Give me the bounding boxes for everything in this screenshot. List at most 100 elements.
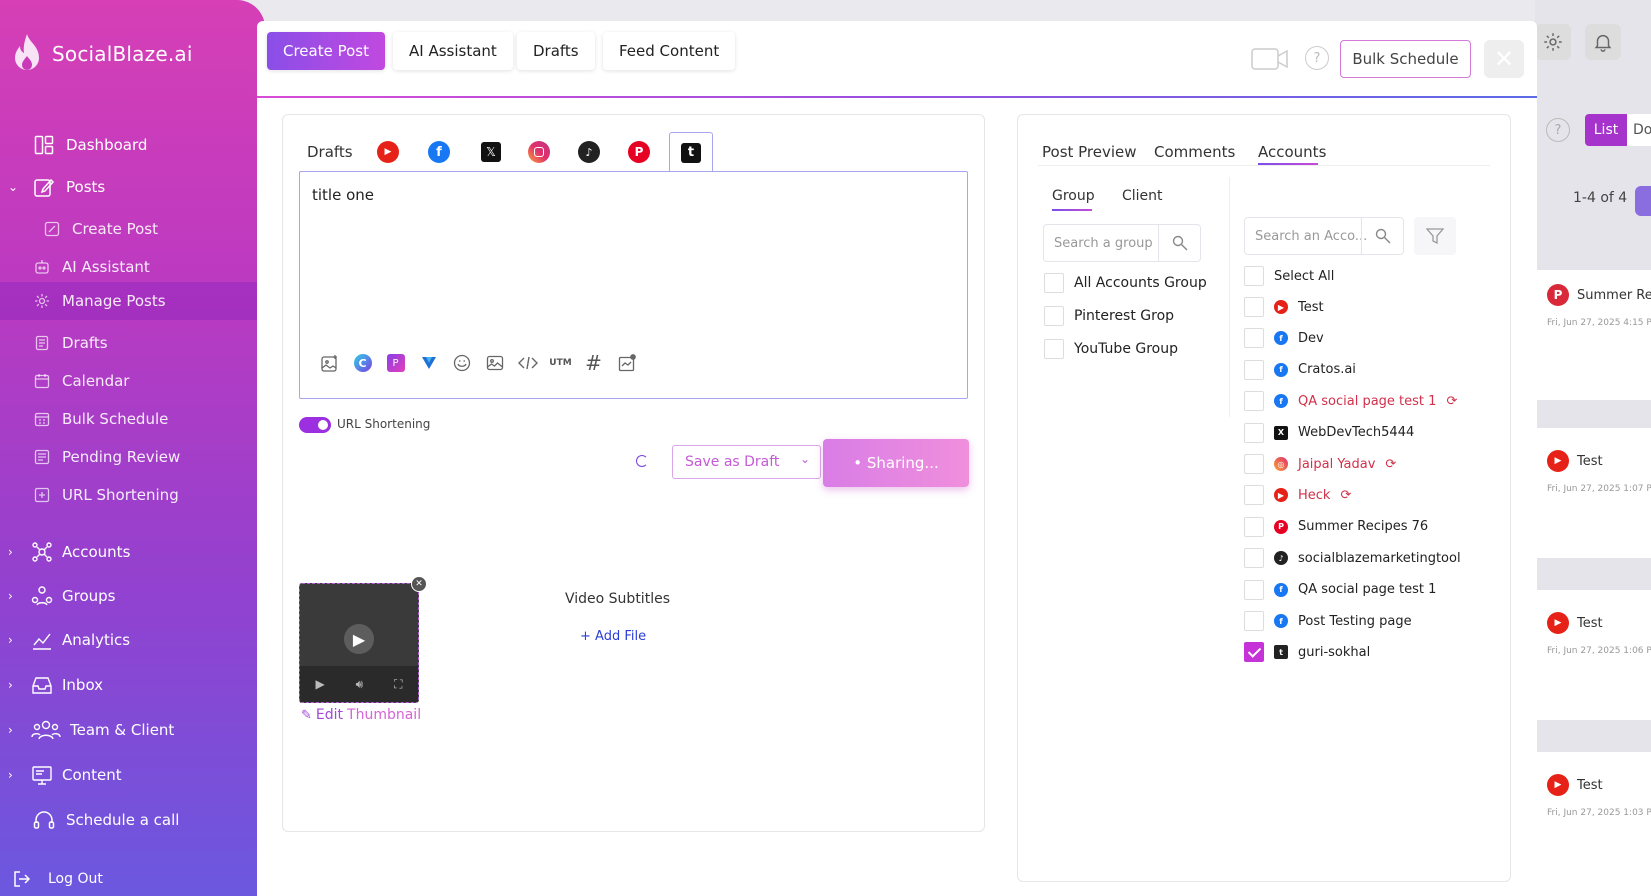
account-checkbox[interactable] xyxy=(1244,642,1264,663)
group-row[interactable]: YouTube Group xyxy=(1044,339,1178,359)
reconnect-icon[interactable]: ⟳ xyxy=(1385,457,1396,472)
account-checkbox[interactable] xyxy=(1244,422,1264,443)
account-checkbox[interactable] xyxy=(1244,328,1264,349)
tab-create-post[interactable]: Create Post xyxy=(267,32,385,70)
post-card[interactable]: ▶ Test Fri, Jun 27, 2025 1:07 PM xyxy=(1535,428,1651,558)
group-checkbox[interactable] xyxy=(1044,306,1064,326)
sidebar-item-ai-assistant[interactable]: AI Assistant xyxy=(0,250,265,284)
close-button[interactable]: ✕ xyxy=(1484,40,1524,78)
post-card[interactable]: ▶ Test Fri, Jun 27, 2025 1:03 PM xyxy=(1535,752,1651,896)
image-icon[interactable] xyxy=(478,348,511,378)
account-checkbox[interactable] xyxy=(1244,454,1264,474)
sidebar-item-accounts[interactable]: › Accounts xyxy=(0,534,265,570)
account-search-input[interactable]: Search an Acco... xyxy=(1244,217,1404,255)
tab-x[interactable]: 𝕏 xyxy=(479,133,503,171)
filter-button[interactable] xyxy=(1635,186,1651,216)
account-checkbox[interactable] xyxy=(1244,611,1264,631)
sidebar-item-bulk-schedule[interactable]: Bulk Schedule xyxy=(0,402,265,436)
post-card[interactable]: ▶ Test Fri, Jun 27, 2025 1:06 PM xyxy=(1535,590,1651,720)
video-thumbnail[interactable]: ✕ ▶ ▶ 🔊︎ ⛶ xyxy=(299,576,427,703)
account-row[interactable]: f Cratos.ai xyxy=(1244,359,1356,380)
tab-facebook[interactable]: f xyxy=(427,133,451,171)
account-row[interactable]: ♪ socialblazemarketingtool xyxy=(1244,548,1461,569)
tab-drafts[interactable]: Drafts xyxy=(517,32,595,70)
bulk-schedule-button[interactable]: Bulk Schedule xyxy=(1340,40,1471,78)
account-row[interactable]: ▶ Test xyxy=(1244,297,1324,317)
edit-thumbnail-link[interactable]: ✎ Edit Thumbnail xyxy=(301,707,421,723)
account-row[interactable]: f QA social page test 1 ⟳ xyxy=(1244,391,1457,412)
account-row[interactable]: t guri-sokhal xyxy=(1244,642,1370,663)
gallery-icon[interactable] xyxy=(610,348,643,378)
video-camera-icon[interactable] xyxy=(1251,46,1289,76)
tab-feed-content[interactable]: Feed Content xyxy=(603,32,736,70)
sidebar-item-analytics[interactable]: › Analytics xyxy=(0,622,265,658)
account-row[interactable]: P Summer Recipes 76 xyxy=(1244,516,1428,537)
sidebar-item-posts[interactable]: ⌄ Posts xyxy=(0,170,265,204)
sidebar-item-dashboard[interactable]: Dashboard xyxy=(0,128,265,162)
post-text-editor[interactable]: title one C P UTM # xyxy=(299,171,968,399)
sidebar-item-schedule-call[interactable]: Schedule a call xyxy=(0,802,265,838)
group-checkbox[interactable] xyxy=(1044,339,1064,359)
tab-pinterest[interactable]: P xyxy=(627,133,651,171)
account-row[interactable]: f Dev xyxy=(1244,328,1324,349)
select-all-row[interactable]: Select All xyxy=(1244,266,1334,286)
sidebar-item-drafts[interactable]: Drafts xyxy=(0,326,265,360)
fullscreen-icon[interactable]: ⛶ xyxy=(394,677,402,692)
sidebar-item-content[interactable]: › Content xyxy=(0,757,265,793)
sidebar-item-groups[interactable]: › Groups xyxy=(0,578,265,614)
tab-drafts-preview[interactable]: Drafts xyxy=(307,133,353,171)
account-checkbox[interactable] xyxy=(1244,391,1264,412)
account-checkbox[interactable] xyxy=(1244,359,1264,380)
logo[interactable]: SocialBlaze.ai xyxy=(10,32,193,76)
filter-icon[interactable] xyxy=(1414,217,1456,255)
account-row[interactable]: X WebDevTech5444 xyxy=(1244,422,1414,443)
tab-client[interactable]: Client xyxy=(1122,177,1163,215)
help-icon[interactable]: ? xyxy=(1305,46,1329,70)
sidebar-item-manage-posts[interactable]: Manage Posts xyxy=(0,282,265,320)
account-checkbox[interactable] xyxy=(1244,579,1264,600)
sidebar-item-url-shortening[interactable]: URL Shortening xyxy=(0,478,265,512)
account-checkbox[interactable] xyxy=(1244,485,1264,506)
volume-icon[interactable]: 🔊︎ xyxy=(356,677,364,692)
designer-icon[interactable]: P xyxy=(379,348,412,378)
utm-icon[interactable]: UTM xyxy=(544,348,577,378)
group-row[interactable]: All Accounts Group xyxy=(1044,273,1207,293)
help-icon[interactable]: ? xyxy=(1546,118,1570,142)
search-icon[interactable] xyxy=(1158,225,1200,261)
hashtag-icon[interactable]: # xyxy=(577,348,610,378)
tab-tumblr[interactable]: t xyxy=(669,132,713,172)
code-icon[interactable] xyxy=(511,348,544,378)
group-search-input[interactable]: Search a group xyxy=(1043,224,1201,262)
play-icon[interactable]: ▶ xyxy=(344,624,374,654)
play-control-icon[interactable]: ▶ xyxy=(315,677,324,691)
logout-button[interactable]: Log Out xyxy=(0,864,265,894)
account-row[interactable]: f QA social page test 1 xyxy=(1244,579,1436,600)
reconnect-icon[interactable]: ⟳ xyxy=(1446,394,1457,409)
account-row[interactable]: f Post Testing page xyxy=(1244,611,1412,631)
save-as-draft-dropdown[interactable]: Save as Draft ⌄ xyxy=(672,445,821,479)
bell-icon[interactable] xyxy=(1585,24,1621,60)
canva-icon[interactable]: C xyxy=(346,348,379,378)
group-row[interactable]: Pinterest Grop xyxy=(1044,306,1174,326)
post-card[interactable]: P Summer Rec Fri, Jun 27, 2025 4:15 PM xyxy=(1535,270,1651,400)
search-icon[interactable] xyxy=(1361,218,1403,254)
sidebar-item-inbox[interactable]: › Inbox xyxy=(0,667,265,703)
emoji-icon[interactable] xyxy=(445,348,478,378)
post-text[interactable]: title one xyxy=(312,186,374,204)
tab-instagram[interactable] xyxy=(527,133,551,171)
ai-image-icon[interactable] xyxy=(313,348,346,378)
account-checkbox[interactable] xyxy=(1244,548,1264,569)
account-row[interactable]: ▶ Heck ⟳ xyxy=(1244,485,1351,506)
other-view-button[interactable]: Do xyxy=(1627,114,1651,146)
account-checkbox[interactable] xyxy=(1244,297,1264,317)
sidebar-item-calendar[interactable]: Calendar xyxy=(0,364,265,398)
settings-icon[interactable] xyxy=(1535,24,1571,60)
add-file-link[interactable]: + Add File xyxy=(580,629,646,644)
url-shortening-toggle[interactable] xyxy=(299,417,331,433)
remove-video-icon[interactable]: ✕ xyxy=(411,576,427,592)
vista-icon[interactable] xyxy=(412,348,445,378)
tab-ai-assistant[interactable]: AI Assistant xyxy=(393,32,513,70)
tab-tiktok[interactable]: ♪ xyxy=(577,133,601,171)
sidebar-item-team-client[interactable]: › Team & Client xyxy=(0,712,265,748)
select-all-checkbox[interactable] xyxy=(1244,266,1264,286)
